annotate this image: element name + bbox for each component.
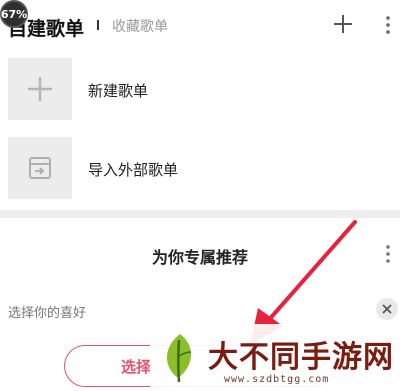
new-playlist-thumb: [8, 58, 72, 120]
import-playlist-label: 导入外部歌单: [88, 161, 179, 179]
close-icon: [382, 304, 392, 314]
add-playlist-button[interactable]: [330, 11, 356, 37]
tab-collected-playlists[interactable]: 收藏歌单: [112, 16, 168, 36]
tab-divider: [97, 20, 99, 30]
leaf-logo-icon: [166, 334, 192, 383]
battery-badge: 67%: [0, 0, 28, 28]
header-more-button[interactable]: [380, 14, 396, 36]
section-divider: [0, 210, 400, 218]
more-vertical-icon: [386, 16, 390, 34]
watermark: 大不同手游网 www.szdbtgg.com: [150, 324, 400, 391]
more-vertical-icon: [386, 245, 390, 263]
new-playlist-label: 新建歌单: [88, 82, 149, 100]
plus-icon: [334, 15, 352, 33]
recommend-title: 为你专属推荐: [151, 248, 248, 267]
plus-icon: [28, 77, 52, 101]
preference-label: 选择你的喜好: [8, 306, 87, 321]
watermark-url: www.szdbtgg.com: [224, 374, 330, 385]
new-playlist-row[interactable]: 新建歌单: [8, 58, 388, 120]
import-icon: [29, 157, 51, 179]
import-playlist-thumb: [8, 137, 72, 199]
close-preference-button[interactable]: [376, 298, 398, 320]
recommend-more-button[interactable]: [380, 243, 396, 265]
watermark-title: 大不同手游网: [208, 340, 394, 375]
import-playlist-row[interactable]: 导入外部歌单: [8, 137, 388, 199]
